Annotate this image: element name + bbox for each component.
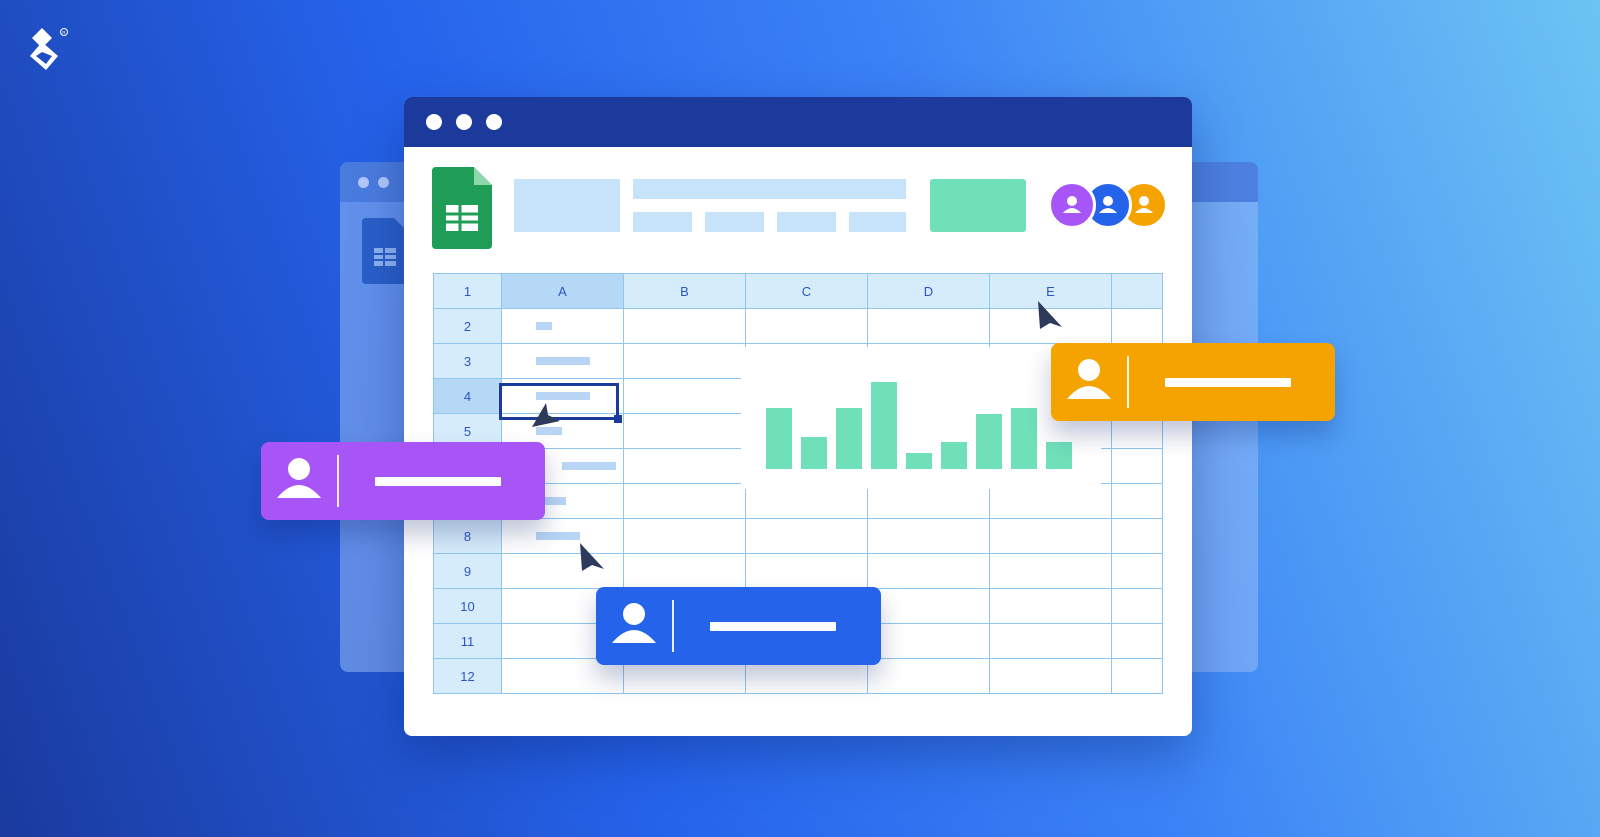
user-icon [1051,343,1127,421]
cell[interactable] [1111,518,1163,554]
collaborator-tag-orange[interactable] [1051,343,1335,421]
cell[interactable] [501,343,624,379]
menu-item-placeholder[interactable] [777,212,836,232]
cell[interactable] [623,553,746,589]
cell[interactable] [623,378,746,414]
cell[interactable] [623,308,746,344]
user-icon [1063,196,1081,213]
column-header-b[interactable]: B [623,273,746,309]
cell[interactable] [745,553,868,589]
cell[interactable] [623,483,746,519]
chart-bar [941,442,967,469]
tag-divider [1127,356,1129,408]
sheets-icon [432,167,492,249]
window-close-icon[interactable] [426,114,442,130]
cell[interactable] [1111,588,1163,624]
row-header[interactable]: 10 [433,588,502,624]
chart-bar [766,408,792,469]
cell[interactable] [867,518,990,554]
document-title-placeholder[interactable] [514,179,620,232]
cell[interactable] [989,588,1112,624]
cell[interactable] [623,448,746,484]
docs-icon [362,218,406,284]
chart-bar [976,414,1002,469]
cell[interactable] [989,623,1112,659]
embedded-bar-chart[interactable] [741,347,1101,489]
cell[interactable] [1111,308,1163,344]
tag-divider [672,600,674,652]
cell[interactable] [745,308,868,344]
chart-bar [1046,442,1072,469]
cell[interactable] [989,658,1112,694]
collaborator-name-placeholder [1165,377,1291,387]
window-minimize-icon[interactable] [456,114,472,130]
window-dot-icon [378,177,389,188]
collaborator-tag-purple[interactable] [261,442,545,520]
user-icon [596,587,672,665]
svg-text:R: R [62,30,66,35]
column-header-c[interactable]: C [745,273,868,309]
column-header-a[interactable]: A [501,273,624,309]
column-header-d[interactable]: D [867,273,990,309]
brand-logo-icon: R [30,28,68,70]
cell[interactable] [989,518,1112,554]
cell[interactable] [1111,623,1163,659]
cell[interactable] [1111,448,1163,484]
cell[interactable] [867,658,990,694]
cell[interactable] [623,413,746,449]
menu-item-placeholder[interactable] [849,212,906,232]
cell[interactable] [867,553,990,589]
menu-item-placeholder[interactable] [633,212,692,232]
window-maximize-icon[interactable] [486,114,502,130]
cell[interactable] [867,623,990,659]
fill-handle-icon[interactable] [614,415,622,423]
user-icon [261,442,337,520]
collaborator-avatar[interactable] [1048,181,1096,229]
collaborator-name-placeholder [375,476,501,486]
collaborator-tag-blue[interactable] [596,587,881,665]
chart-bar [871,382,897,469]
cell[interactable] [1111,553,1163,589]
cell[interactable] [867,308,990,344]
cell[interactable] [623,518,746,554]
chart-bar [1011,408,1037,469]
cell[interactable] [867,588,990,624]
cell[interactable] [989,553,1112,589]
menu-item-placeholder[interactable] [705,212,764,232]
collaborator-cursor-icon [1038,301,1062,329]
row-header[interactable]: 4 [433,378,502,414]
row-header[interactable]: 11 [433,623,502,659]
row-header[interactable]: 9 [433,553,502,589]
chart-bar [906,453,932,469]
cell[interactable] [1111,483,1163,519]
collaborator-cursor-icon [580,543,604,571]
window-titlebar [404,97,1192,147]
share-button[interactable] [930,179,1026,232]
tag-divider [337,455,339,507]
row-header[interactable]: 8 [433,518,502,554]
chart-bar [836,408,862,469]
row-header[interactable]: 3 [433,343,502,379]
collaborator-name-placeholder [710,621,836,631]
row-header[interactable]: 1 [433,273,502,309]
column-header-f[interactable] [1111,273,1163,309]
cell[interactable] [501,308,624,344]
chart-bar [801,437,827,469]
row-header[interactable]: 2 [433,308,502,344]
row-header[interactable]: 12 [433,658,502,694]
window-dot-icon [358,177,369,188]
collaborator-cursor-icon [532,403,560,427]
menu-bar-placeholder[interactable] [633,179,906,199]
cell[interactable] [623,343,746,379]
cell[interactable] [1111,658,1163,694]
cell[interactable] [745,518,868,554]
